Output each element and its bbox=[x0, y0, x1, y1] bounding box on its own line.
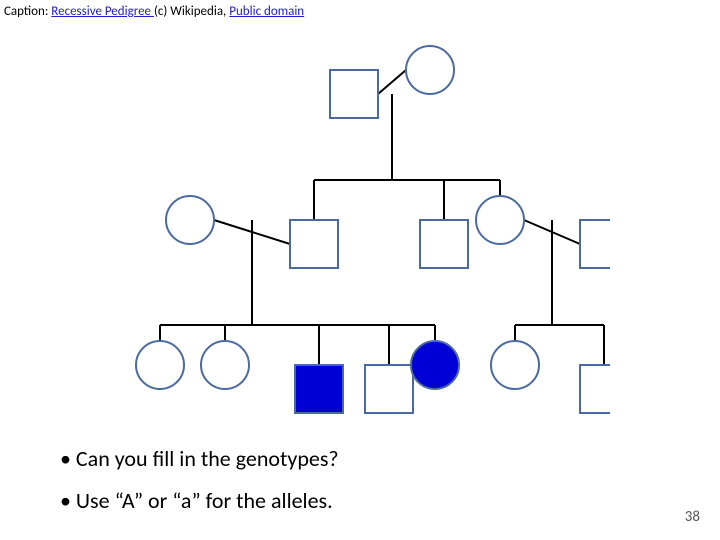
pedigree-chart bbox=[130, 30, 610, 430]
caption-mid: (c) Wikipedia, bbox=[154, 4, 229, 19]
bullet-2: • Use “A” or “a” for the alleles. bbox=[60, 480, 339, 522]
pedigree-I-2 bbox=[406, 46, 454, 94]
pedigree-III-2 bbox=[201, 341, 249, 389]
slide: Caption: Recessive Pedigree (c) Wikipedi… bbox=[0, 0, 720, 540]
page-number: 38 bbox=[685, 508, 700, 526]
pedigree-III-4 bbox=[365, 365, 413, 413]
pedigree-II-1 bbox=[166, 196, 214, 244]
bullet-1: • Can you fill in the genotypes? bbox=[60, 438, 339, 480]
caption-link-license[interactable]: Public domain bbox=[229, 4, 304, 19]
pedigree-III-7 bbox=[580, 365, 610, 413]
pedigree-II-2 bbox=[290, 220, 338, 268]
pedigree-III-6 bbox=[491, 341, 539, 389]
pedigree-III-1 bbox=[136, 341, 184, 389]
pedigree-II-4 bbox=[476, 196, 524, 244]
pedigree-I-1 bbox=[330, 70, 378, 118]
pedigree-II-5 bbox=[580, 220, 610, 268]
caption-link-source[interactable]: Recessive Pedigree bbox=[51, 4, 154, 19]
caption-line: Caption: Recessive Pedigree (c) Wikipedi… bbox=[4, 4, 304, 19]
pedigree-III-3 bbox=[295, 365, 343, 413]
caption-prefix: Caption: bbox=[4, 4, 51, 19]
pedigree-svg bbox=[130, 30, 610, 430]
pedigree-II-3 bbox=[420, 220, 468, 268]
pedigree-III-5 bbox=[411, 341, 459, 389]
bullet-list: • Can you fill in the genotypes? • Use “… bbox=[60, 438, 339, 522]
